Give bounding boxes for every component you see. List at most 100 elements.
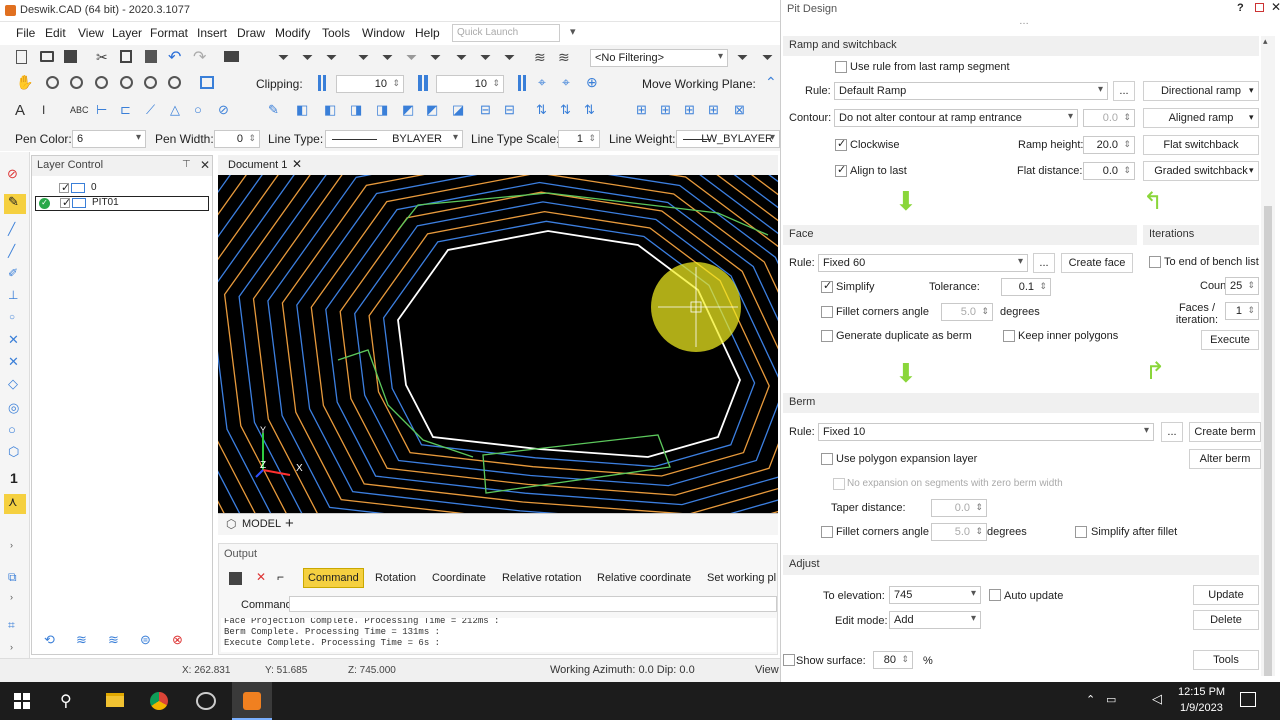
crosshair-icon-2[interactable]: ⌖ [562, 74, 578, 90]
circle-tool-icon-2[interactable]: ○ [8, 422, 16, 437]
print-icon[interactable] [224, 51, 239, 62]
layer-filter-button[interactable]: ⟲ [44, 632, 55, 648]
filter-icon-7[interactable]: ⏷ [430, 49, 446, 65]
clip-bars-icon-3[interactable] [518, 75, 526, 91]
filter-icon-4[interactable]: ⏷ [358, 49, 374, 65]
face-fillet-checkbox[interactable] [821, 306, 833, 318]
rect-icon[interactable]: ⊏ [120, 102, 131, 118]
tolerance-input[interactable]: 0.1 [1001, 278, 1051, 296]
menu-modify[interactable]: Modify [275, 26, 310, 40]
brush-tool-icon[interactable]: ╱ [8, 244, 15, 258]
alter-berm-button[interactable]: Alter berm [1189, 449, 1261, 469]
line-type-select[interactable]: BYLAYER [325, 130, 463, 148]
keep-inner-checkbox[interactable] [1003, 330, 1015, 342]
close-tab-icon[interactable]: ✕ [292, 157, 302, 171]
redo-icon[interactable]: ↷ [193, 47, 209, 66]
grid-icon-2[interactable]: ⊞ [660, 102, 671, 118]
filter-icon-9[interactable]: ⏷ [480, 49, 496, 65]
menu-draw[interactable]: Draw [237, 26, 265, 40]
to-end-checkbox[interactable] [1149, 256, 1161, 268]
face-rule-more-button[interactable]: ... [1033, 253, 1055, 273]
flat-switchback-button[interactable]: Flat switchback [1143, 135, 1259, 155]
use-poly-checkbox[interactable] [821, 453, 833, 465]
zoom-in-icon[interactable] [70, 76, 83, 89]
menu-format[interactable]: Format [150, 26, 188, 40]
filter-icon-3[interactable]: ⏷ [326, 49, 342, 65]
align-icon[interactable]: ⊟ [480, 102, 491, 118]
count-input[interactable]: 25 [1225, 277, 1259, 295]
clip-input-2[interactable]: 10 [436, 75, 504, 93]
select-icon[interactable]: ⌗ [8, 618, 15, 633]
layer-row-pit01[interactable]: ✓ PIT01 [35, 196, 209, 211]
layer-filter-icon-2[interactable]: ≋ [558, 49, 574, 65]
network-icon[interactable]: ▭ [1106, 693, 1116, 706]
ramp-height-input[interactable]: 20.0 [1083, 136, 1135, 154]
simplify-checkbox[interactable] [821, 279, 833, 293]
berm-rule-select[interactable]: Fixed 10 [818, 423, 1154, 441]
status-view[interactable]: View [755, 664, 779, 676]
flat-distance-input[interactable]: 0.0 [1083, 162, 1135, 180]
clip-bars-icon[interactable] [318, 75, 326, 91]
no-entry-icon[interactable]: ⊘ [7, 166, 18, 182]
cad-viewport[interactable]: Y Z X [218, 175, 778, 513]
sort-icon-3[interactable]: ⇅ [584, 102, 595, 118]
chevron-down-icon[interactable]: ▾ [570, 25, 576, 38]
layers-icon-4[interactable]: ◨ [376, 102, 388, 118]
circle-tool-icon-3[interactable]: ⬡ [8, 444, 19, 460]
align-last-checkbox[interactable] [835, 163, 847, 177]
expand-arrow-icon-2[interactable]: › [10, 592, 13, 602]
expand-arrow-icon-3[interactable]: › [10, 642, 13, 652]
taper-input[interactable]: 0.0 [931, 499, 987, 517]
tab-coordinate[interactable]: Coordinate [432, 572, 486, 584]
file-explorer-icon[interactable] [106, 693, 124, 707]
cross-tool-icon-2[interactable]: ✕ [8, 354, 19, 370]
delete-button[interactable]: Delete [1193, 610, 1259, 630]
tab-rotation[interactable]: Rotation [375, 572, 416, 584]
copy-output-icon[interactable] [229, 572, 242, 585]
pen-width-input[interactable]: 0 [214, 130, 260, 148]
layer-row-0[interactable]: 0 [35, 181, 209, 196]
layer-move-button[interactable]: ≋ [108, 632, 119, 648]
face-fillet-input[interactable]: 5.0 [941, 303, 993, 321]
view-box-icon[interactable] [200, 76, 214, 89]
cut-icon[interactable]: ✂ [96, 49, 112, 65]
layer-add-button[interactable]: ≋ [76, 632, 87, 648]
filter-icon-5[interactable]: ⏷ [382, 49, 398, 65]
line-tool-icon[interactable]: ╱ [8, 222, 15, 236]
pen-color-select[interactable]: 6 [72, 130, 146, 148]
help-icon[interactable]: ? [1237, 2, 1244, 14]
cross-tool-icon[interactable]: ✕ [8, 332, 19, 348]
simplify-after-checkbox[interactable] [1075, 526, 1087, 538]
layers-icon-2[interactable]: ◧ [324, 102, 336, 118]
layers-icon-3[interactable]: ◨ [350, 102, 362, 118]
crosshair-icon[interactable]: ⌖ [538, 74, 554, 90]
notifications-icon[interactable] [1240, 692, 1256, 707]
clock-time[interactable]: 12:15 PM [1178, 686, 1225, 698]
layer-search-button[interactable]: ⊜ [140, 632, 151, 648]
align-icon-2[interactable]: ⊟ [504, 102, 515, 118]
layer-delete-button[interactable]: ⊗ [172, 632, 183, 648]
zoom-prev-icon[interactable] [168, 76, 181, 89]
edit-icon[interactable]: ✎ [268, 102, 279, 118]
show-surface-checkbox[interactable] [783, 654, 795, 666]
graded-switchback-button[interactable]: Graded switchback [1143, 161, 1259, 181]
triangle-icon[interactable]: △ [170, 102, 180, 118]
menu-layer[interactable]: Layer [112, 26, 142, 40]
close-panel-icon[interactable]: ✕ [1271, 0, 1280, 14]
copy-icon[interactable] [120, 50, 132, 63]
panel-scrollbar[interactable]: ▴ [1261, 36, 1275, 676]
grid-icon-3[interactable]: ⊞ [684, 102, 695, 118]
execute-button[interactable]: Execute [1201, 330, 1259, 350]
tab-relative-coordinate[interactable]: Relative coordinate [597, 572, 691, 584]
model-tab[interactable]: MODEL [242, 518, 281, 530]
expand-arrow-icon[interactable]: › [10, 540, 13, 550]
line-weight-select[interactable]: LW_BYLAYER [676, 130, 780, 148]
edit-mode-select[interactable]: Add [889, 611, 981, 629]
no-expansion-checkbox[interactable] [833, 478, 845, 490]
menu-view[interactable]: View [78, 26, 104, 40]
layer-filter-icon[interactable]: ≋ [534, 49, 550, 65]
dot-icon[interactable]: ○ [9, 312, 15, 323]
zoom-icon[interactable] [46, 76, 59, 89]
filter-icon-1[interactable]: ⏷ [278, 49, 294, 65]
diamond-tool-icon[interactable]: ◇ [8, 376, 18, 392]
